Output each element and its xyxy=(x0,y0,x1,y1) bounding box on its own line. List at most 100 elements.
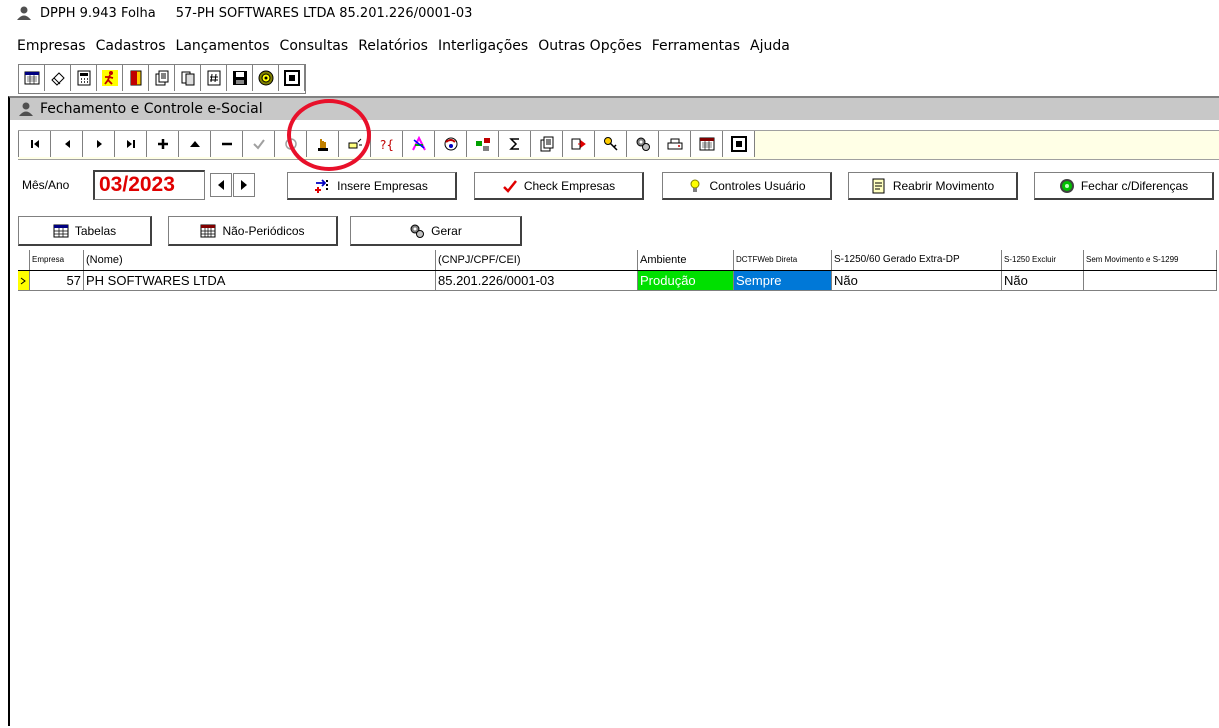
nav-post-button[interactable] xyxy=(243,131,275,157)
insert-arrows-icon xyxy=(315,178,329,193)
save-button[interactable] xyxy=(227,65,253,91)
key-button[interactable] xyxy=(595,131,627,157)
nav-last-button[interactable] xyxy=(115,131,147,157)
report-icon xyxy=(540,136,553,152)
eraser-icon xyxy=(50,72,65,86)
calendar-button[interactable] xyxy=(19,65,45,91)
menu-lancamentos[interactable]: Lançamentos xyxy=(176,38,270,58)
export-button[interactable] xyxy=(563,131,595,157)
report-button[interactable] xyxy=(149,65,175,91)
col-ambiente[interactable]: Ambiente xyxy=(638,250,734,270)
network-button[interactable] xyxy=(467,131,499,157)
col-empresa[interactable]: Empresa xyxy=(30,250,84,270)
row-indicator[interactable] xyxy=(18,271,30,291)
cell-dctfweb[interactable]: Sempre xyxy=(734,271,832,291)
eraser-button[interactable] xyxy=(45,65,71,91)
hash-button[interactable] xyxy=(201,65,227,91)
sum-button[interactable] xyxy=(499,131,531,157)
colors-button[interactable] xyxy=(403,131,435,157)
cell-s1250-60[interactable]: Não xyxy=(832,271,1002,291)
cell-cnpj[interactable]: 85.201.226/0001-03 xyxy=(436,271,638,291)
reabrir-movimento-button[interactable]: Reabrir Movimento xyxy=(848,172,1018,200)
post-check-icon xyxy=(252,139,265,150)
check-icon xyxy=(502,179,517,193)
first-icon xyxy=(30,140,39,148)
network-icon xyxy=(475,138,490,151)
runner-button[interactable] xyxy=(97,65,123,91)
menu-consultas[interactable]: Consultas xyxy=(280,38,349,58)
nav-report-button[interactable] xyxy=(531,131,563,157)
nav-edit-button[interactable] xyxy=(179,131,211,157)
mes-ano-field[interactable]: 03/2023 xyxy=(93,170,205,200)
menu-outras-opcoes[interactable]: Outras Opções xyxy=(538,38,642,58)
user-icon xyxy=(19,102,33,116)
print-button[interactable] xyxy=(659,131,691,157)
calendar-icon xyxy=(24,71,39,85)
grid-header: Empresa (Nome) (CNPJ/CPF/CEI) Ambiente D… xyxy=(18,250,1217,271)
key-icon xyxy=(603,137,618,151)
col-s1250-60[interactable]: S-1250/60 Gerado Extra-DP xyxy=(832,250,1002,270)
nao-periodicos-button[interactable]: Não-Periódicos xyxy=(168,216,338,246)
cell-ambiente[interactable]: Produção xyxy=(638,271,734,291)
copy-icon xyxy=(181,71,194,86)
table-row[interactable]: 57 PH SOFTWARES LTDA 85.201.226/0001-03 … xyxy=(18,271,1217,291)
col-nome[interactable]: (Nome) xyxy=(84,250,436,270)
window-title-text: Fechamento e Controle e-Social xyxy=(40,101,263,117)
gear-icon xyxy=(636,137,650,151)
main-toolbar xyxy=(18,64,306,94)
disc-icon xyxy=(258,70,273,86)
col-cnpj[interactable]: (CNPJ/CPF/CEI) xyxy=(436,250,638,270)
window-titlebar: DPPH 9.943 Folha 57-PH SOFTWARES LTDA 85… xyxy=(0,0,1219,26)
controles-usuario-button[interactable]: Controles Usuário xyxy=(662,172,832,200)
gear-button[interactable] xyxy=(627,131,659,157)
window-button[interactable] xyxy=(279,65,305,91)
menu-cadastros[interactable]: Cadastros xyxy=(96,38,166,58)
insere-empresas-button[interactable]: Insere Empresas xyxy=(287,172,457,200)
nav-calendar-button[interactable] xyxy=(691,131,723,157)
right-arrow-icon xyxy=(241,180,247,190)
check-empresas-button[interactable]: Check Empresas xyxy=(474,172,644,200)
mes-ano-label: Mês/Ano xyxy=(22,178,70,192)
menu-relatorios[interactable]: Relatórios xyxy=(358,38,428,58)
nav-next-button[interactable] xyxy=(83,131,115,157)
col-dctfweb[interactable]: DCTFWeb Direta xyxy=(734,250,832,270)
window-icon xyxy=(283,70,300,86)
cell-nome[interactable]: PH SOFTWARES LTDA xyxy=(84,271,436,291)
delete-icon xyxy=(221,142,232,146)
document-icon xyxy=(872,178,885,193)
menu-ajuda[interactable]: Ajuda xyxy=(750,38,790,58)
cell-empresa[interactable]: 57 xyxy=(30,271,84,291)
fechar-diferencas-button[interactable]: Fechar c/Diferenças xyxy=(1034,172,1214,200)
menu-interligacoes[interactable]: Interligações xyxy=(438,38,528,58)
nav-delete-button[interactable] xyxy=(211,131,243,157)
next-icon xyxy=(96,140,102,148)
nav-window-button[interactable] xyxy=(723,131,755,157)
globe-button[interactable] xyxy=(435,131,467,157)
gerar-button[interactable]: Gerar xyxy=(350,216,522,246)
nav-first-button[interactable] xyxy=(19,131,51,157)
nav-insert-button[interactable] xyxy=(147,131,179,157)
edit-icon xyxy=(189,141,200,147)
query-button[interactable]: ?{} xyxy=(371,131,403,157)
menu-empresas[interactable]: Empresas xyxy=(17,38,86,58)
tabelas-button[interactable]: Tabelas xyxy=(18,216,152,246)
hash-icon xyxy=(207,70,220,86)
calculator-button[interactable] xyxy=(71,65,97,91)
user-icon xyxy=(17,6,31,20)
exit-button[interactable] xyxy=(123,65,149,91)
exit-door-icon xyxy=(130,70,141,86)
cell-s1250-excluir[interactable]: Não xyxy=(1002,271,1084,291)
disc-button[interactable] xyxy=(253,65,279,91)
nav-prior-button[interactable] xyxy=(51,131,83,157)
month-prev-button[interactable] xyxy=(210,173,232,197)
col-s1250-excluir[interactable]: S-1250 Excluir xyxy=(1002,250,1084,270)
last-icon xyxy=(126,140,135,148)
col-sem-movimento[interactable]: Sem Movimento e S-1299 xyxy=(1084,250,1217,270)
month-next-button[interactable] xyxy=(233,173,255,197)
menu-ferramentas[interactable]: Ferramentas xyxy=(652,38,740,58)
copy-button[interactable] xyxy=(175,65,201,91)
row-pointer-icon xyxy=(20,277,26,285)
calendar-icon xyxy=(200,224,216,237)
cell-sem-movimento[interactable] xyxy=(1084,271,1217,291)
calculator-icon xyxy=(77,70,90,86)
